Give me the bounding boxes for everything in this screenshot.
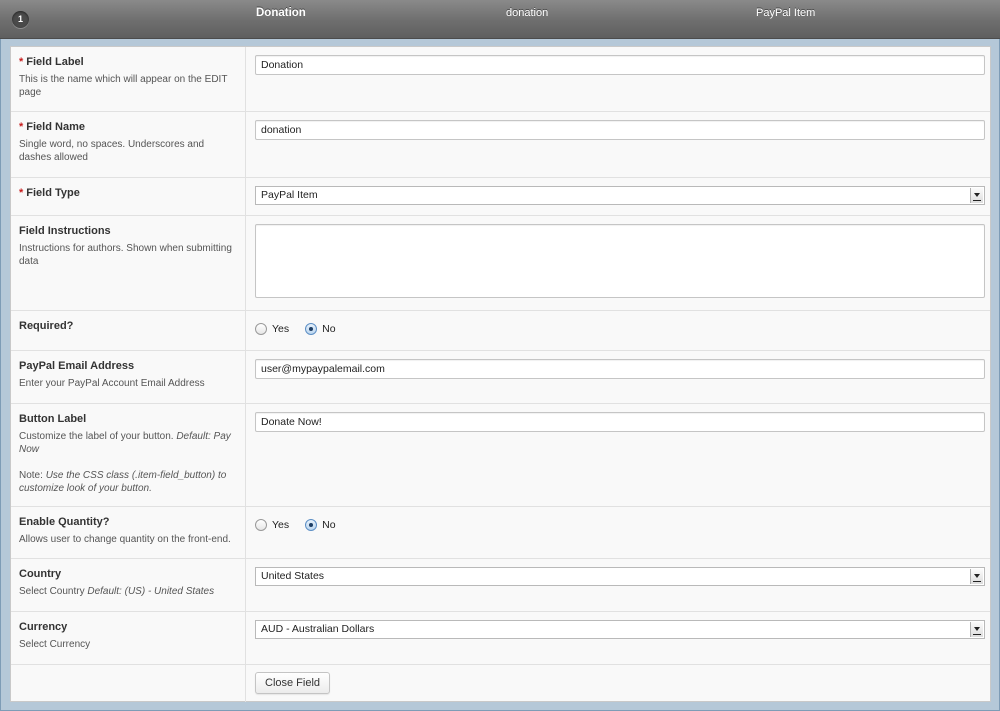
row-currency: Currency Select Currency AUD - Australia… bbox=[11, 612, 990, 665]
row-field-label: * Field Label This is the name which will… bbox=[11, 47, 990, 112]
required-asterisk: * bbox=[19, 121, 24, 133]
radio-button-icon[interactable] bbox=[255, 323, 267, 335]
currency-title: Currency bbox=[19, 621, 68, 633]
header-field-type: PayPal Item bbox=[756, 7, 816, 19]
header-field-name: donation bbox=[506, 7, 549, 19]
enable-quantity-radio-group: Yes No bbox=[255, 516, 982, 534]
currency-description: Select Currency bbox=[19, 639, 91, 650]
country-select[interactable]: United States bbox=[255, 567, 985, 586]
required-no-radio[interactable]: No bbox=[305, 323, 336, 335]
field-header-bar[interactable]: 1 Donation donation PayPal Item bbox=[0, 0, 1000, 39]
radio-label: No bbox=[322, 519, 336, 531]
enable-quantity-no-radio[interactable]: No bbox=[305, 519, 336, 531]
dropdown-arrow-icon bbox=[970, 188, 983, 203]
enable-quantity-title: Enable Quantity? bbox=[19, 516, 110, 528]
radio-label: No bbox=[322, 323, 336, 335]
field-label-input[interactable]: Donation bbox=[255, 55, 985, 75]
field-instructions-description: Instructions for authors. Shown when sub… bbox=[19, 243, 232, 267]
required-title: Required? bbox=[19, 320, 74, 332]
row-field-type: * Field Type PayPal Item bbox=[11, 178, 990, 216]
row-required: Required? Yes No bbox=[11, 311, 990, 351]
field-type-selected: PayPal Item bbox=[261, 189, 318, 201]
paypal-email-input[interactable]: user@mypaypalemail.com bbox=[255, 359, 985, 379]
field-name-title: Field Name bbox=[26, 121, 85, 133]
row-country: Country Select Country Default: (US) - U… bbox=[11, 559, 990, 612]
radio-button-selected-icon[interactable] bbox=[305, 519, 318, 531]
button-label-input[interactable]: Donate Now! bbox=[255, 412, 985, 432]
enable-quantity-description: Allows user to change quantity on the fr… bbox=[19, 534, 231, 545]
row-button-label: Button Label Customize the label of your… bbox=[11, 404, 990, 507]
row-paypal-email: PayPal Email Address Enter your PayPal A… bbox=[11, 351, 990, 404]
country-description: Select Country bbox=[19, 586, 88, 597]
field-type-title: Field Type bbox=[26, 187, 80, 199]
row-field-instructions: Field Instructions Instructions for auth… bbox=[11, 216, 990, 311]
required-asterisk: * bbox=[19, 187, 24, 199]
field-settings-form: * Field Label This is the name which will… bbox=[10, 46, 991, 702]
country-title: Country bbox=[19, 568, 62, 580]
paypal-email-title: PayPal Email Address bbox=[19, 360, 135, 372]
field-name-input[interactable]: donation bbox=[255, 120, 985, 140]
field-instructions-title: Field Instructions bbox=[19, 225, 111, 237]
radio-button-icon[interactable] bbox=[255, 519, 267, 531]
country-default: Default: (US) - United States bbox=[87, 586, 215, 597]
field-name-description: Single word, no spaces. Underscores and … bbox=[19, 139, 205, 163]
required-yes-radio[interactable]: Yes bbox=[255, 323, 289, 335]
currency-selected: AUD - Australian Dollars bbox=[261, 623, 375, 635]
required-asterisk: * bbox=[19, 56, 24, 68]
enable-quantity-yes-radio[interactable]: Yes bbox=[255, 519, 289, 531]
country-selected: United States bbox=[261, 570, 325, 582]
field-order-badge: 1 bbox=[12, 11, 29, 28]
field-instructions-textarea[interactable] bbox=[255, 224, 985, 298]
row-field-name: * Field Name Single word, no spaces. Unde… bbox=[11, 112, 990, 178]
required-radio-group: Yes No bbox=[255, 320, 982, 338]
header-field-label[interactable]: Donation bbox=[256, 7, 306, 19]
field-type-select[interactable]: PayPal Item bbox=[255, 186, 985, 205]
button-label-note: Use the CSS class (.item-field_button) t… bbox=[19, 470, 227, 494]
dropdown-arrow-icon bbox=[970, 569, 983, 584]
currency-select[interactable]: AUD - Australian Dollars bbox=[255, 620, 985, 639]
button-label-description: Customize the label of your button. bbox=[19, 431, 177, 442]
row-actions: Close Field bbox=[11, 665, 990, 702]
radio-button-selected-icon[interactable] bbox=[305, 323, 318, 335]
dropdown-arrow-icon bbox=[970, 622, 983, 637]
radio-label: Yes bbox=[272, 519, 290, 531]
row-enable-quantity: Enable Quantity? Allows user to change q… bbox=[11, 507, 990, 559]
field-edit-panel: * Field Label This is the name which will… bbox=[0, 39, 1000, 711]
field-label-title: Field Label bbox=[26, 56, 84, 68]
button-label-note-prefix: Note: bbox=[19, 470, 46, 481]
button-label-title: Button Label bbox=[19, 413, 87, 425]
field-label-description: This is the name which will appear on th… bbox=[19, 74, 228, 98]
radio-label: Yes bbox=[272, 323, 290, 335]
close-field-button[interactable]: Close Field bbox=[255, 672, 331, 694]
paypal-email-description: Enter your PayPal Account Email Address bbox=[19, 378, 205, 389]
